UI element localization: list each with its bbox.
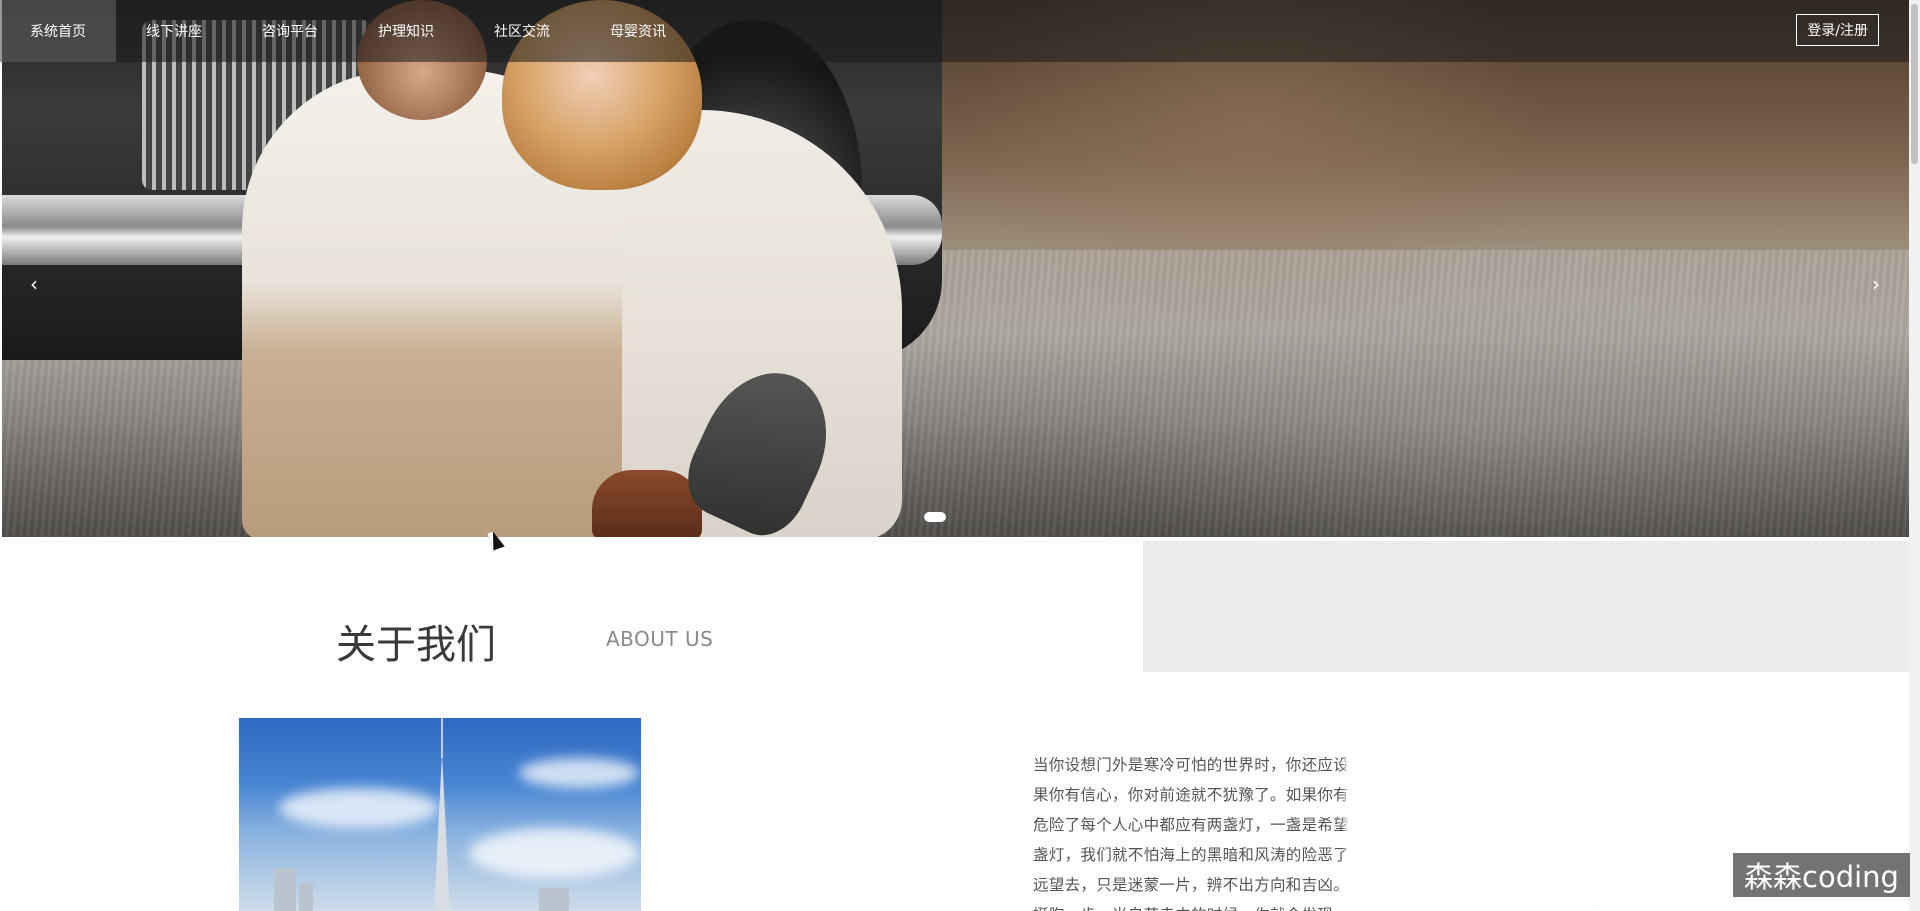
- carousel-next-arrow[interactable]: ›: [1864, 272, 1888, 296]
- watermark: 森森coding: [1733, 853, 1910, 897]
- carousel-dot[interactable]: [924, 512, 946, 522]
- blurred-text-overlay: [1345, 735, 1605, 911]
- hero-shoe: [592, 470, 702, 537]
- scrollbar-thumb[interactable]: [1911, 4, 1918, 164]
- nav-item-nursing[interactable]: 护理知识: [348, 0, 464, 62]
- top-navigation: 系统首页 线下讲座 咨询平台 护理知识 社区交流 母婴资讯 登录/注册: [0, 0, 1909, 62]
- nav-item-lectures[interactable]: 线下讲座: [116, 0, 232, 62]
- cloud: [469, 828, 639, 878]
- tower: [434, 753, 450, 911]
- nav-item-community[interactable]: 社区交流: [464, 0, 580, 62]
- login-register-button[interactable]: 登录/注册: [1796, 14, 1879, 46]
- nav-item-consult[interactable]: 咨询平台: [232, 0, 348, 62]
- nav-item-home[interactable]: 系统首页: [0, 0, 116, 62]
- building: [299, 883, 313, 911]
- cloud: [279, 788, 439, 828]
- hero-carousel: ‹ ›: [2, 0, 1909, 537]
- carousel-indicators: [924, 512, 946, 522]
- cloud: [519, 758, 639, 788]
- nav-item-news[interactable]: 母婴资讯: [580, 0, 696, 62]
- carousel-prev-arrow[interactable]: ‹: [22, 272, 46, 296]
- building: [274, 868, 296, 911]
- about-gray-block: [1143, 541, 1909, 672]
- building: [539, 888, 569, 911]
- about-title: 关于我们: [336, 622, 496, 668]
- tower-spire: [441, 718, 443, 758]
- about-subtitle: ABOUT US: [606, 627, 714, 651]
- about-photo: [239, 718, 641, 911]
